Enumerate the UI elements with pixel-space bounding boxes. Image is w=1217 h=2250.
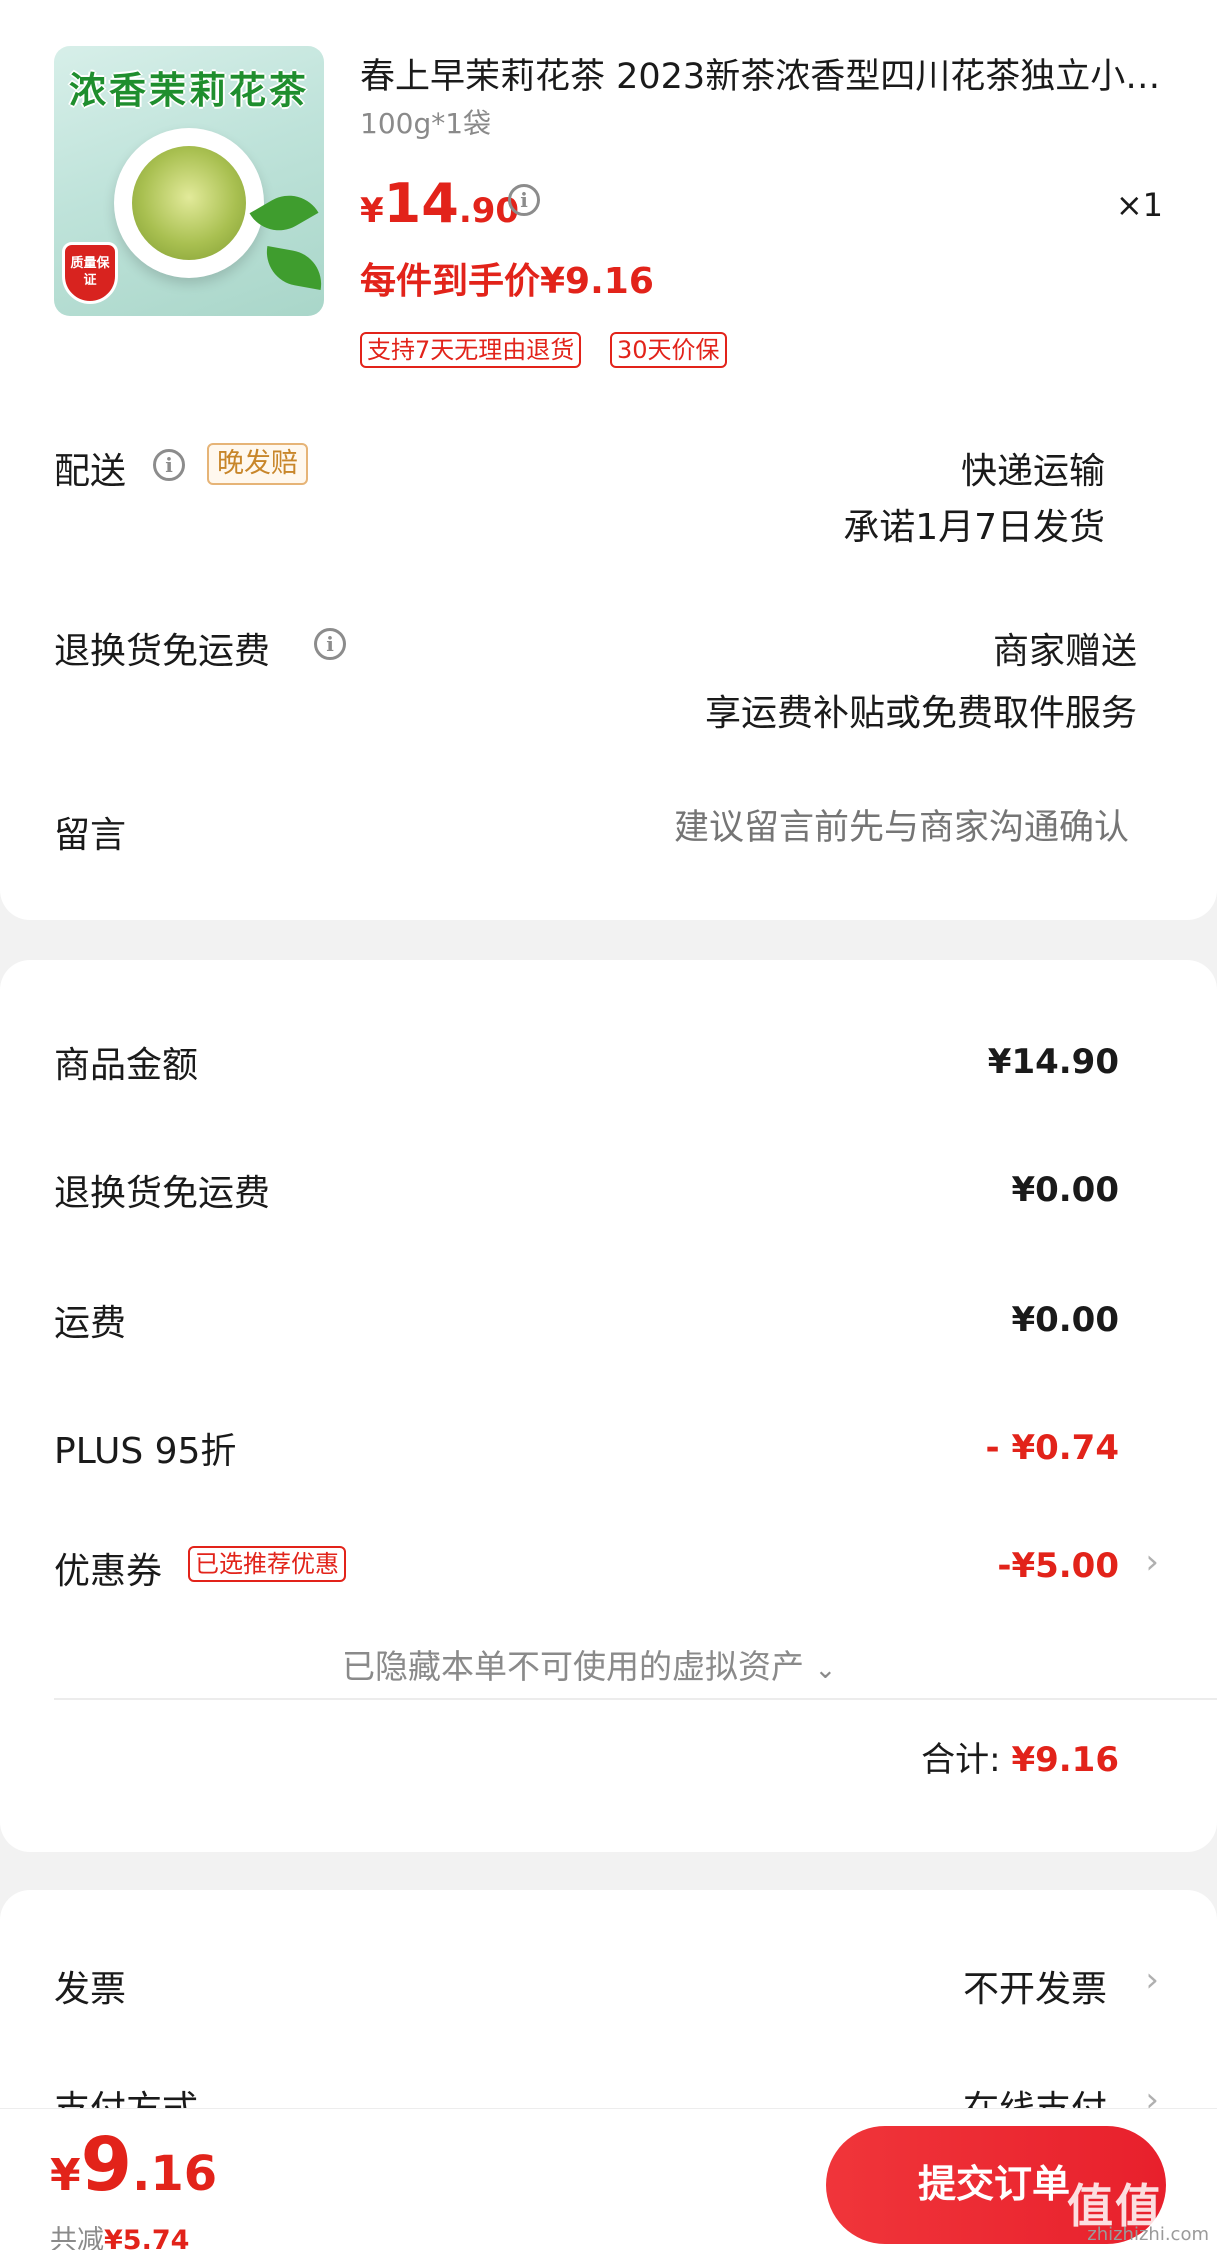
hidden-assets-toggle[interactable]: 已隐藏本单不可使用的虚拟资产 ⌄ (342, 1640, 836, 1688)
shipping-fee-value: ¥0.00 (1011, 1300, 1119, 1340)
message-label: 留言 (54, 815, 127, 856)
return-shipping-desc: 享运费补贴或免费取件服务 (704, 693, 1137, 734)
product-price: ¥14.90 (360, 172, 519, 235)
price-integer: 14 (383, 172, 459, 235)
shipping-fee-label: 运费 (54, 1303, 127, 1344)
hidden-assets-text: 已隐藏本单不可使用的虚拟资产 (342, 1647, 804, 1686)
delivery-info-icon[interactable]: i (153, 449, 185, 481)
product-card: 浓香茉莉花茶 质量保证 春上早茉莉花茶 2023新茶浓香型四川花茶独立小袋装绿茶… (0, 0, 1217, 920)
return-shipping-value: 商家赠送 (992, 631, 1137, 672)
product-spec: 100g*1袋 (360, 107, 492, 140)
tea-cup-graphic (114, 128, 264, 278)
product-title[interactable]: 春上早茉莉花茶 2023新茶浓香型四川花茶独立小袋装绿茶叶罐装 (360, 48, 1170, 99)
coupon-recommended-tag: 已选推荐优惠 (188, 1546, 346, 1582)
return-shipping-info-icon[interactable]: i (314, 628, 346, 660)
summary-total: 合计: ¥9.16 (921, 1732, 1119, 1781)
invoice-chevron-icon[interactable]: › (1145, 1960, 1159, 2000)
bottom-total-decimal: .16 (132, 2146, 218, 2202)
bottom-saved: 共减¥5.74 (50, 2218, 189, 2250)
delivery-promise: 承诺1月7日发货 (843, 507, 1105, 548)
unit-final-price: 每件到手价¥9.16 (360, 261, 654, 302)
total-value: ¥9.16 (1011, 1740, 1119, 1780)
tag-7day-return: 支持7天无理由退货 (360, 332, 582, 368)
price-info-icon[interactable]: i (508, 184, 540, 216)
return-fee-value: ¥0.00 (1011, 1170, 1119, 1210)
return-shipping-label: 退换货免运费 (54, 631, 271, 672)
watermark-url: zhizhizhi.com (1087, 2224, 1209, 2245)
product-image[interactable]: 浓香茉莉花茶 质量保证 (54, 46, 324, 316)
late-ship-compensation-badge: 晚发赔 (207, 443, 308, 485)
plus-discount-label: PLUS 95折 (54, 1431, 237, 1472)
coupon-value[interactable]: -¥5.00 (997, 1546, 1119, 1586)
quality-badge: 质量保证 (62, 242, 118, 304)
plus-discount-value: - ¥0.74 (985, 1428, 1120, 1468)
coupon-chevron-icon[interactable]: › (1145, 1542, 1159, 1582)
chevron-down-icon: ⌄ (814, 1655, 837, 1685)
invoice-value[interactable]: 不开发票 (963, 1960, 1107, 2012)
quantity-label: ×1 (1115, 186, 1163, 224)
bottom-total-integer: 9 (80, 2122, 133, 2208)
saved-value: ¥5.74 (104, 2225, 190, 2250)
delivery-method[interactable]: 快递运输 (961, 442, 1105, 494)
goods-amount-value: ¥14.90 (987, 1042, 1119, 1082)
price-currency: ¥ (360, 191, 384, 231)
invoice-label: 发票 (54, 1969, 127, 2010)
coupon-label: 优惠券 (54, 1551, 163, 1592)
tag-price-protect: 30天价保 (610, 332, 727, 368)
delivery-label: 配送 (54, 451, 127, 492)
bottom-total-price: ¥9.16 (50, 2122, 217, 2208)
product-image-caption: 浓香茉莉花茶 (69, 69, 309, 112)
bottom-currency: ¥ (50, 2150, 81, 2201)
return-fee-label: 退换货免运费 (54, 1173, 271, 1214)
leaf-graphic (261, 246, 324, 290)
total-label: 合计: (921, 1740, 1001, 1780)
price-summary-card: 商品金额 ¥14.90 退换货免运费 ¥0.00 运费 ¥0.00 PLUS 9… (0, 960, 1217, 1852)
summary-divider (54, 1698, 1217, 1700)
saved-label: 共减 (50, 2225, 104, 2250)
goods-amount-label: 商品金额 (54, 1045, 199, 1086)
message-input[interactable] (489, 800, 1129, 856)
